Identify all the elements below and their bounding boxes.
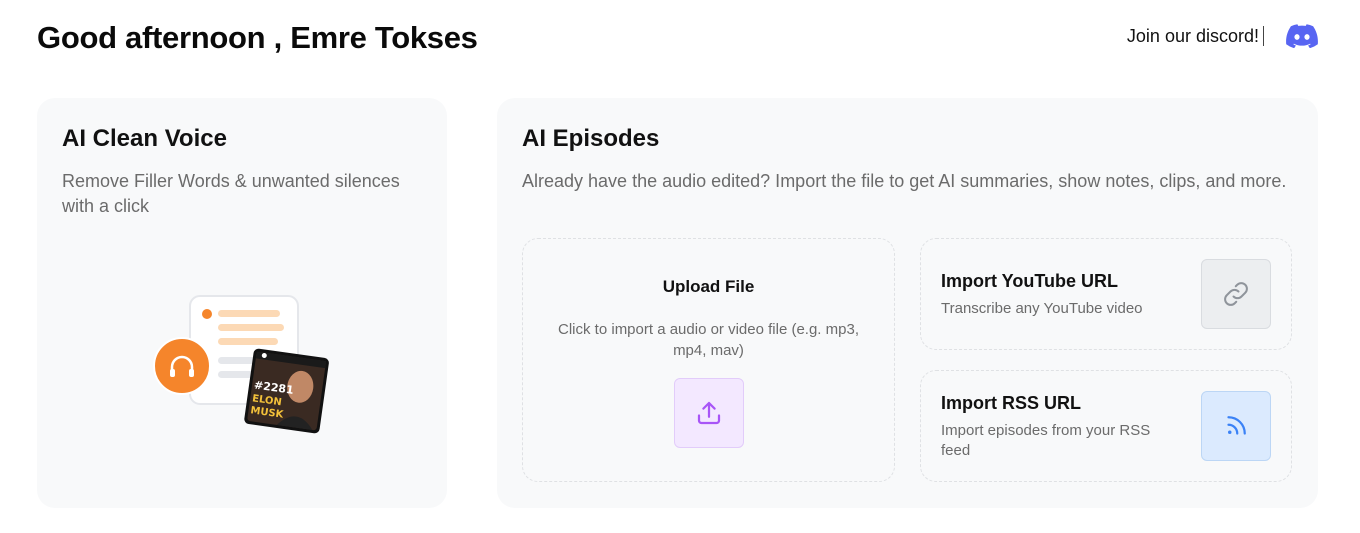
greeting-heading: Good afternoon , Emre Tokses xyxy=(37,20,478,55)
join-discord-link[interactable]: Join our discord! xyxy=(1127,26,1263,47)
import-youtube-title: Import YouTube URL xyxy=(941,271,1118,291)
upload-file-dropzone[interactable]: Upload File Click to import a audio or v… xyxy=(522,238,895,482)
link-icon xyxy=(1224,282,1248,306)
discord-area: Join our discord! xyxy=(1127,24,1318,48)
upload-description: Click to import a audio or video file (e… xyxy=(558,321,859,359)
rss-icon xyxy=(1227,416,1246,435)
ai-clean-voice-card[interactable]: AI Clean Voice Remove Filler Words & unw… xyxy=(37,98,447,508)
card-description: Remove Filler Words & unwanted silences … xyxy=(62,171,400,216)
card-description: Already have the audio edited? Import th… xyxy=(522,171,1287,191)
dashboard-page: Good afternoon , Emre Tokses Join our di… xyxy=(0,0,1360,533)
card-title: AI Episodes xyxy=(522,125,660,152)
import-rss-button[interactable] xyxy=(1201,391,1271,461)
divider xyxy=(1263,26,1264,46)
ai-episodes-card: AI Episodes Already have the audio edite… xyxy=(497,98,1318,508)
import-rss-option[interactable]: Import RSS URL Import episodes from your… xyxy=(920,370,1292,482)
import-youtube-option[interactable]: Import YouTube URL Transcribe any YouTub… xyxy=(920,238,1292,350)
import-youtube-button[interactable] xyxy=(1201,259,1271,329)
discord-icon[interactable] xyxy=(1286,24,1318,48)
card-title: AI Clean Voice xyxy=(62,125,227,152)
upload-title: Upload File xyxy=(662,277,755,296)
upload-button[interactable] xyxy=(674,378,744,448)
import-rss-description: Import episodes from your RSS feed xyxy=(941,422,1151,459)
clean-voice-illustration: #2281 ELON MUSK xyxy=(153,295,329,434)
upload-icon xyxy=(697,401,721,425)
import-rss-title: Import RSS URL xyxy=(941,393,1082,413)
import-youtube-description: Transcribe any YouTube video xyxy=(941,300,1143,317)
